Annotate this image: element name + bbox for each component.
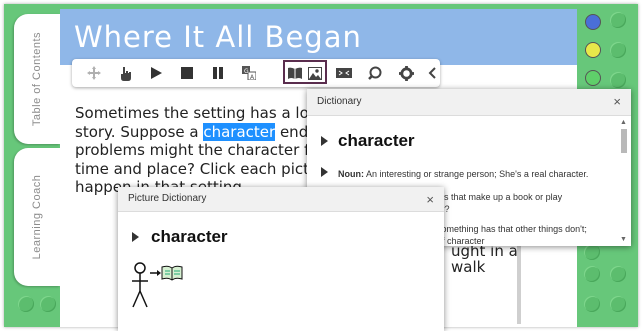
selected-word[interactable]: character — [203, 122, 276, 141]
dictionary-word: character — [338, 131, 415, 150]
translate-icon[interactable]: GA — [239, 63, 259, 83]
page-title: Where It All Began — [74, 20, 362, 54]
reading-toolbar: GA — [72, 59, 440, 87]
picture-dictionary-word: character — [151, 227, 228, 246]
blue-highlighter-dot[interactable] — [585, 14, 601, 30]
chevron-left-icon[interactable] — [422, 63, 442, 83]
noun-definition-row[interactable]: Noun: An interesting or strange person; … — [321, 167, 588, 179]
gear-icon[interactable] — [396, 63, 416, 83]
picture-icon[interactable] — [305, 63, 325, 83]
yellow-highlighter-dot[interactable] — [585, 42, 601, 58]
definition-3: something has that other things don't; of… — [437, 224, 587, 246]
dictionary-header: Dictionary × — [307, 89, 631, 116]
close-icon[interactable]: × — [613, 94, 621, 109]
underlying-page-text: ught in a walk — [451, 243, 524, 324]
pause-icon[interactable] — [208, 63, 228, 83]
book-icon[interactable] — [285, 63, 305, 83]
text-to-speech-icon[interactable] — [334, 63, 354, 83]
dictionary-scrollbar[interactable]: ▲ ▼ — [620, 119, 628, 243]
picture-dictionary-title: Picture Dictionary — [128, 193, 207, 204]
green-highlighter-dot[interactable] — [585, 70, 601, 86]
expand-arrow-icon — [321, 167, 328, 177]
tab-learning-coach[interactable]: Learning Coach — [14, 148, 60, 286]
expand-arrow-icon — [321, 136, 328, 146]
svg-text:G: G — [244, 68, 249, 75]
stop-icon[interactable] — [177, 63, 197, 83]
search-icon[interactable] — [365, 63, 385, 83]
tab-table-of-contents[interactable]: Table of Contents — [14, 14, 60, 144]
character-symbol-image — [130, 261, 186, 318]
play-icon[interactable] — [146, 63, 166, 83]
picture-dictionary-header: Picture Dictionary × — [118, 187, 444, 212]
move-icon[interactable] — [84, 63, 104, 83]
close-icon[interactable]: × — [426, 192, 434, 207]
expand-arrow-icon — [132, 232, 139, 242]
tab-table-of-contents-label: Table of Contents — [31, 31, 43, 127]
picture-dictionary-popup: Picture Dictionary × character — [118, 187, 444, 331]
picture-dictionary-word-row[interactable]: character — [132, 227, 228, 247]
dictionary-word-row[interactable]: character — [321, 131, 415, 151]
hand-pointer-icon[interactable] — [115, 63, 135, 83]
tab-learning-coach-label: Learning Coach — [31, 174, 43, 260]
dictionary-title: Dictionary — [317, 96, 362, 107]
title-bar: Where It All Began — [60, 9, 577, 65]
